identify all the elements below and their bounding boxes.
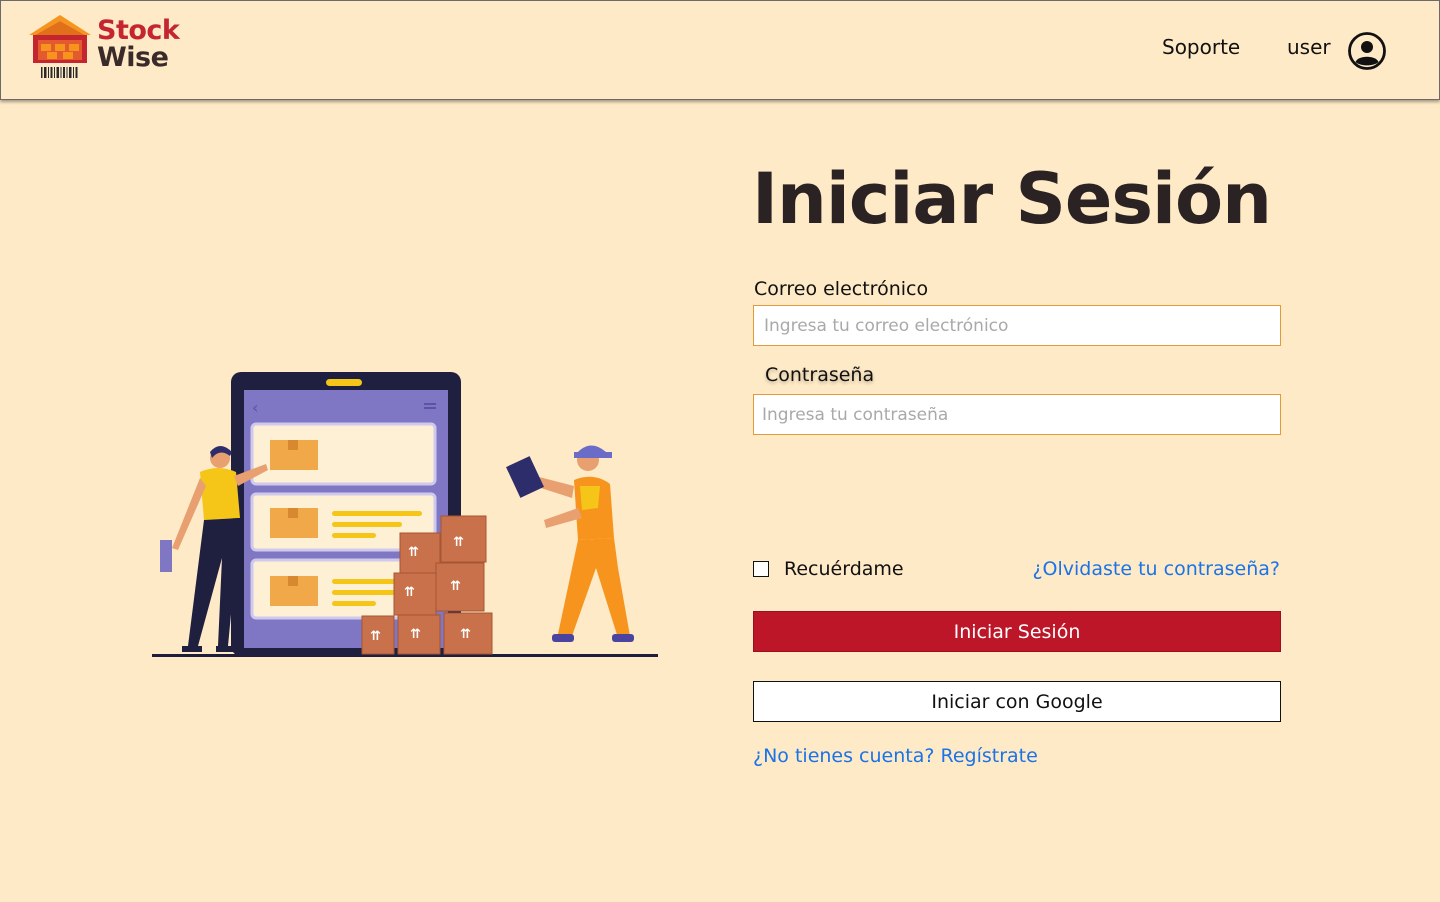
svg-text:⇈: ⇈ [370, 629, 381, 644]
brand-name-line1: Stock [97, 15, 180, 46]
page-title: Iniciar Sesión [752, 158, 1272, 240]
remember-me-group: Recuérdame [753, 558, 904, 580]
google-login-button[interactable]: Iniciar con Google [753, 681, 1281, 722]
top-bar: Stock Wise Soporte user [0, 0, 1440, 100]
password-label: Contraseña [765, 364, 875, 386]
svg-text:⇈: ⇈ [453, 535, 464, 550]
user-circle-icon[interactable] [1347, 31, 1387, 71]
svg-text:⇈: ⇈ [404, 585, 415, 600]
email-label: Correo electrónico [754, 278, 929, 300]
warehouse-logo-icon [29, 15, 91, 78]
register-link[interactable]: ¿No tienes cuenta? Regístrate [753, 745, 1038, 767]
svg-text:⇈: ⇈ [410, 627, 421, 642]
brand-name: Stock Wise [97, 15, 180, 73]
forgot-password-link[interactable]: ¿Olvidaste tu contraseña? [1032, 558, 1280, 580]
svg-text:⇈: ⇈ [408, 545, 419, 560]
svg-text:⇈: ⇈ [460, 627, 471, 642]
stockwise-logo[interactable]: Stock Wise [27, 13, 187, 83]
support-link[interactable]: Soporte [1162, 35, 1240, 59]
svg-text:‹: ‹ [252, 398, 258, 417]
svg-text:⇈: ⇈ [450, 579, 461, 594]
password-field[interactable] [753, 394, 1281, 435]
user-menu-link[interactable]: user [1287, 35, 1331, 59]
email-field[interactable] [753, 305, 1281, 346]
remember-me-checkbox[interactable] [753, 561, 769, 577]
remember-me-label[interactable]: Recuérdame [784, 558, 904, 580]
warehouse-illustration: ‹ ⇈ ⇈ ⇈ ⇈ ⇈ ⇈ ⇈ [152, 372, 658, 657]
login-button[interactable]: Iniciar Sesión [753, 611, 1281, 652]
brand-name-line2: Wise [97, 42, 169, 73]
